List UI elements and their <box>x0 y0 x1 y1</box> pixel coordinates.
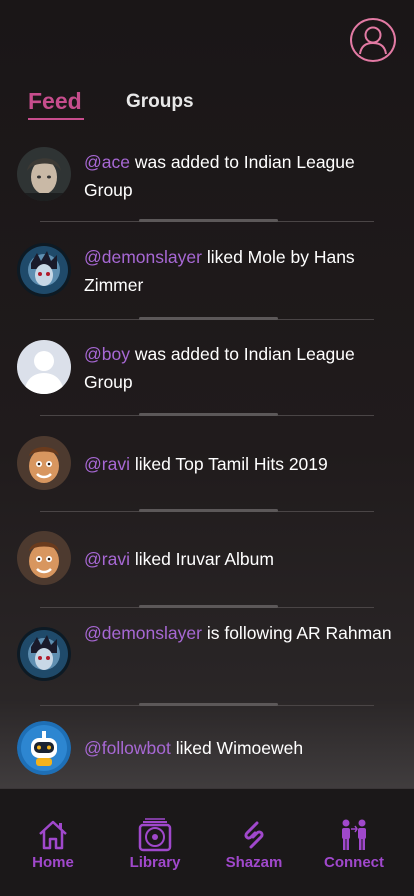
nav-home[interactable]: Home <box>3 789 103 889</box>
tab-feed[interactable]: Feed <box>28 88 82 115</box>
avatar-default-person <box>17 340 71 394</box>
divider-handle <box>139 703 278 706</box>
nav-connect[interactable]: Connect <box>304 789 404 889</box>
feed-item[interactable]: @ace was added to Indian League Group <box>0 146 414 242</box>
feed-item-text: @followbot liked Wimoeweh <box>84 738 304 758</box>
feed-item[interactable]: @demonslayer is following AR Rahman <box>0 619 414 715</box>
user-handle[interactable]: @followbot <box>84 738 171 758</box>
avatar-robot <box>17 721 71 775</box>
user-handle[interactable]: @boy <box>84 344 130 364</box>
bottom-nav: Home Library Shazam Connect <box>0 788 414 896</box>
avatar-demonslayer <box>17 627 71 681</box>
feed-item-text: @demonslayer is following AR Rahman <box>84 623 392 643</box>
user-handle[interactable]: @demonslayer <box>84 623 202 643</box>
divider-handle <box>139 317 278 320</box>
tab-groups[interactable]: Groups <box>126 91 194 113</box>
feed-item[interactable]: @demonslayer liked Mole by Hans Zimmer <box>0 242 414 338</box>
connect-icon <box>342 819 366 850</box>
feed-item-text: @ravi liked Iruvar Album <box>84 549 274 569</box>
library-icon <box>138 818 172 852</box>
user-handle[interactable]: @ace <box>84 152 130 172</box>
user-handle[interactable]: @ravi <box>84 454 130 474</box>
shazam-icon <box>244 821 264 849</box>
divider-handle <box>139 509 278 512</box>
feed-item[interactable]: @boy was added to Indian League Group <box>0 338 414 434</box>
nav-library[interactable]: Library <box>105 789 205 889</box>
user-circle-icon <box>359 26 387 55</box>
home-icon <box>39 820 67 850</box>
user-handle[interactable]: @demonslayer <box>84 247 202 267</box>
feed-item[interactable]: @ravi liked Iruvar Album <box>0 531 414 627</box>
avatar-ace <box>17 147 71 201</box>
avatar-ravi <box>17 531 71 585</box>
divider-handle <box>139 413 278 416</box>
tab-feed-underline <box>28 118 84 120</box>
feed-item-text: @demonslayer liked Mole by Hans Zimmer <box>84 247 355 295</box>
divider-handle <box>139 605 278 608</box>
feed-item-text: @ace was added to Indian League Group <box>84 152 355 200</box>
feed-item[interactable]: @ravi liked Top Tamil Hits 2019 <box>0 436 414 532</box>
avatar-ravi <box>17 436 71 490</box>
avatar-demonslayer <box>17 243 71 297</box>
profile-button[interactable] <box>350 18 396 62</box>
nav-shazam[interactable]: Shazam <box>204 789 304 889</box>
feed-item-text: @ravi liked Top Tamil Hits 2019 <box>84 454 328 474</box>
feed-item-text: @boy was added to Indian League Group <box>84 344 355 392</box>
user-handle[interactable]: @ravi <box>84 549 130 569</box>
divider-handle <box>139 219 278 222</box>
